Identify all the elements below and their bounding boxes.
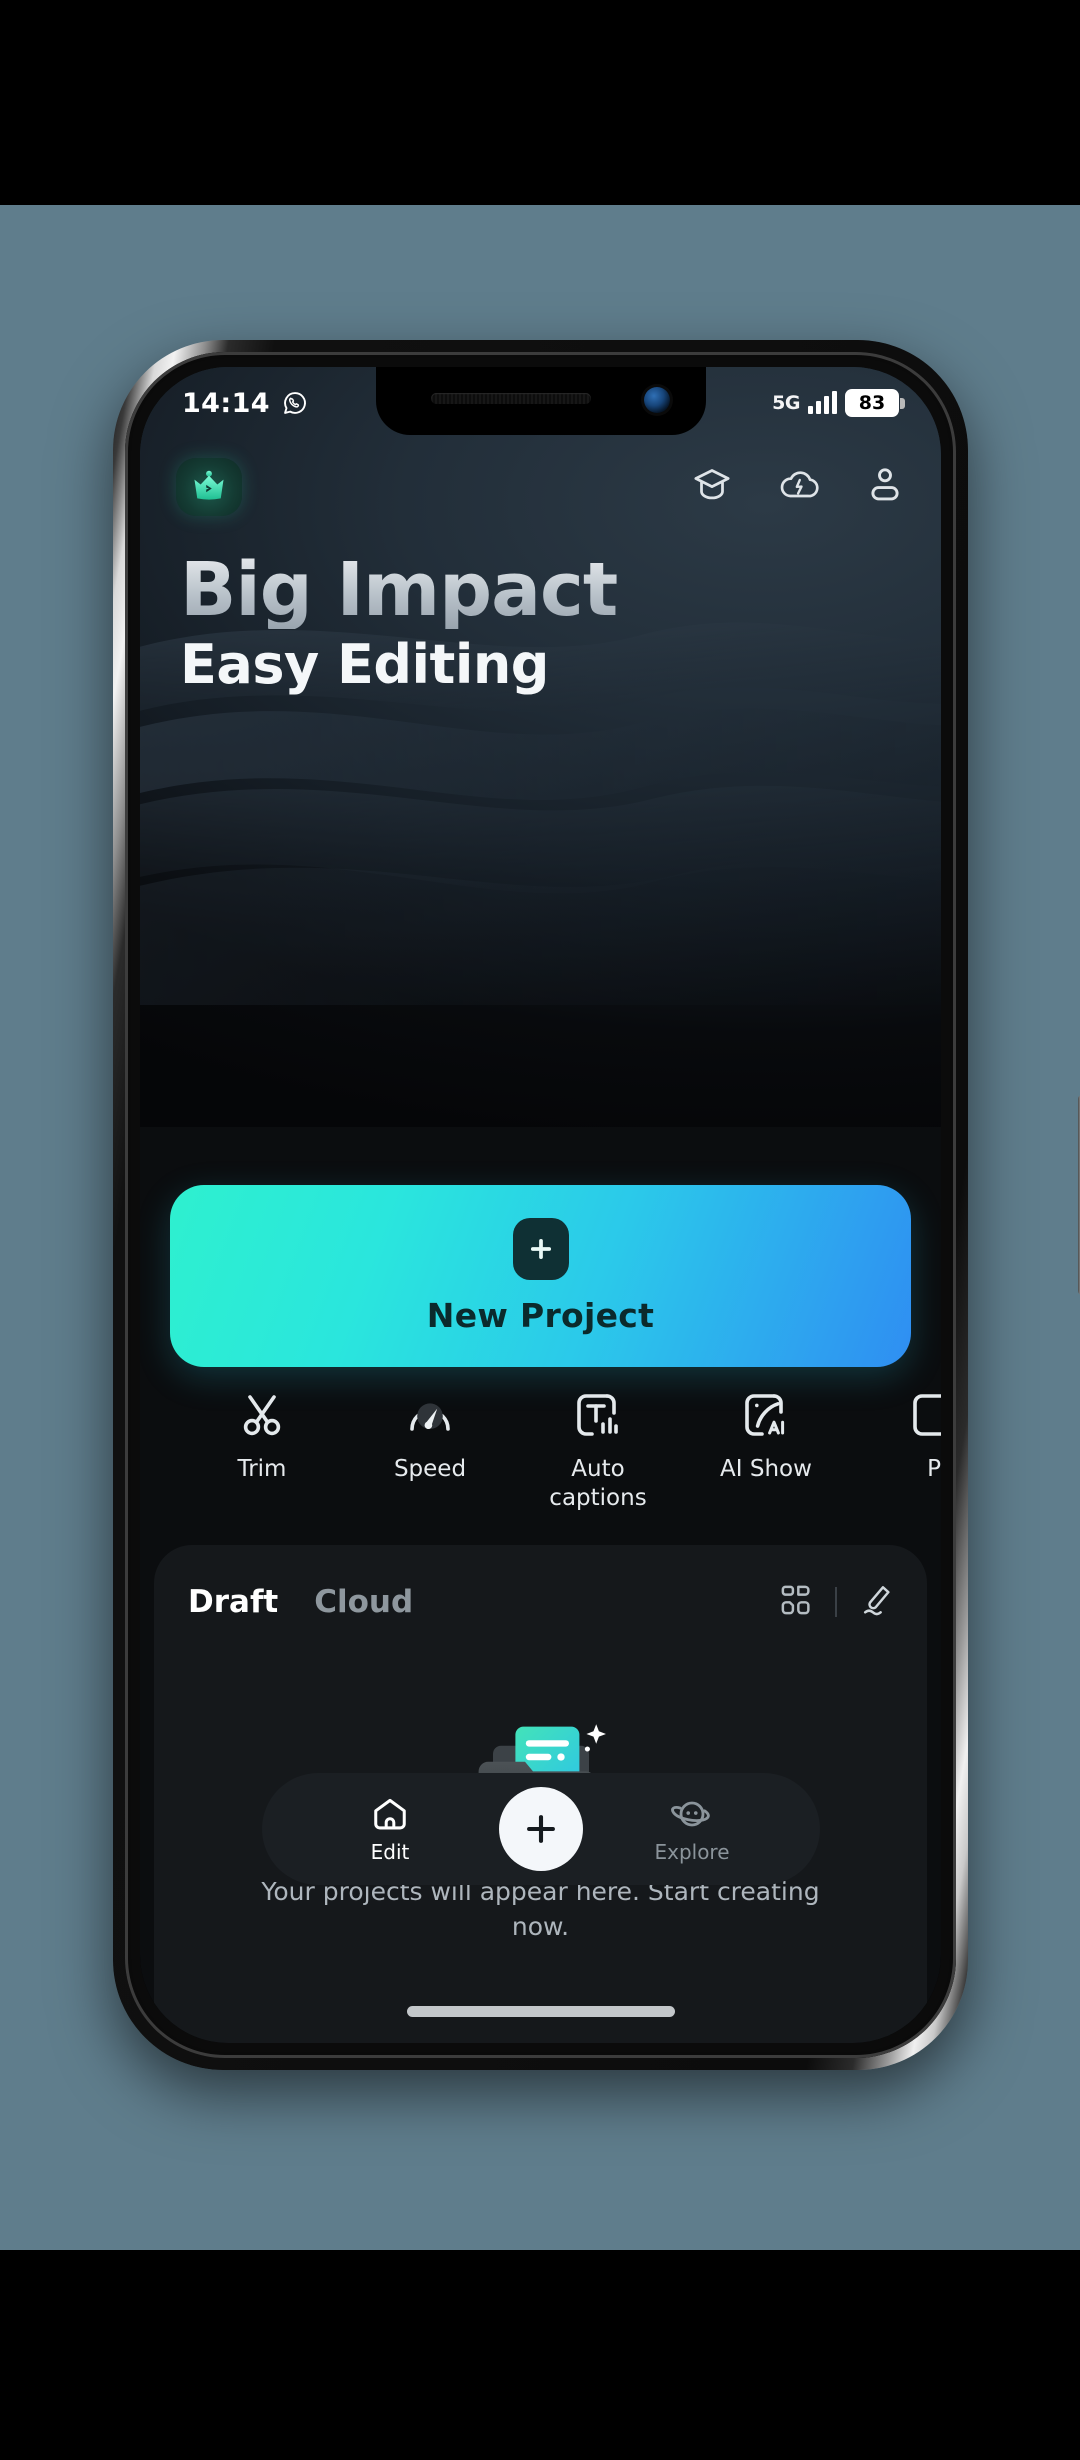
tool-label: Auto captions — [549, 1456, 647, 1511]
nav-item-explore[interactable]: Explore — [636, 1795, 748, 1864]
premium-crown-button[interactable] — [176, 458, 242, 516]
edit-pencil-icon[interactable] — [859, 1583, 893, 1621]
tool-trim[interactable]: Trim — [178, 1389, 346, 1484]
whatsapp-icon — [284, 392, 306, 414]
plus-icon — [512, 1217, 569, 1280]
tool-partial-next[interactable]: P — [850, 1389, 941, 1484]
nav-item-edit[interactable]: Edit — [334, 1795, 446, 1864]
nav-label: Explore — [654, 1839, 730, 1864]
plus-icon — [527, 1815, 555, 1843]
tool-speed[interactable]: Speed — [346, 1389, 514, 1484]
captions-icon — [577, 1394, 618, 1436]
status-bar-left: 14:14 — [182, 388, 308, 419]
ai-show-icon — [745, 1394, 785, 1436]
bottom-navigation: Edit Explore — [262, 1773, 820, 1885]
tool-ai-show[interactable]: AI Show — [682, 1389, 850, 1484]
network-type: 5G — [772, 392, 800, 414]
tool-label: AI Show — [720, 1456, 812, 1482]
status-bar: 14:14 5G 83 — [140, 367, 941, 439]
hero-line-1: Big Impact — [180, 547, 618, 633]
letterbox-bottom — [0, 2250, 1080, 2460]
home-icon — [374, 1798, 406, 1829]
signal-bars-icon — [808, 391, 837, 414]
tool-label: Trim — [237, 1456, 287, 1482]
graduation-cap-icon[interactable] — [691, 464, 733, 510]
scissors-icon — [243, 1395, 281, 1436]
top-nav-icon-group — [691, 464, 905, 510]
create-fab-button[interactable] — [499, 1787, 583, 1871]
letterbox-top — [0, 0, 1080, 205]
partial-icon — [913, 1394, 941, 1436]
panel-header: Draft Cloud — [154, 1545, 927, 1621]
new-project-label: New Project — [426, 1295, 655, 1335]
tool-label: Speed — [393, 1456, 467, 1482]
status-time: 14:14 — [182, 387, 270, 419]
profile-icon[interactable] — [865, 464, 905, 510]
cloud-icon[interactable] — [777, 464, 821, 510]
panel-divider — [835, 1587, 837, 1617]
new-project-button[interactable]: New Project — [170, 1185, 911, 1367]
tool-label: P — [927, 1456, 941, 1482]
panel-tabs: Draft Cloud — [188, 1584, 413, 1620]
tab-draft[interactable]: Draft — [188, 1584, 278, 1620]
phone-device: Big Impact Easy Editing New Project Trim… — [113, 340, 1080, 2070]
empty-state-message: Your projects will appear here. Start cr… — [261, 1877, 820, 1941]
tool-auto-captions[interactable]: Auto captions — [514, 1389, 682, 1512]
home-indicator[interactable] — [406, 2006, 675, 2017]
planet-icon — [671, 1801, 710, 1826]
nav-label: Edit — [370, 1839, 410, 1864]
grid-view-icon[interactable] — [779, 1583, 813, 1621]
battery-percent: 83 — [858, 392, 886, 414]
phone-screen: Big Impact Easy Editing New Project Trim… — [140, 367, 941, 2043]
speedometer-icon — [410, 1403, 450, 1431]
hero-title: Big Impact Easy Editing — [180, 547, 618, 696]
status-bar-right: 5G 83 — [772, 389, 905, 417]
top-navigation — [140, 447, 941, 527]
tool-shortcuts-row: Trim Speed Auto captions AI Show P — [140, 1389, 941, 1539]
crown-icon — [194, 470, 224, 500]
battery-indicator: 83 — [845, 389, 905, 417]
hero-line-2: Easy Editing — [180, 632, 549, 696]
screenshot-root: Big Impact Easy Editing New Project Trim… — [0, 0, 1080, 2460]
tab-cloud[interactable]: Cloud — [314, 1584, 413, 1620]
panel-actions — [779, 1583, 893, 1621]
hero-banner: Big Impact Easy Editing — [140, 367, 941, 1127]
